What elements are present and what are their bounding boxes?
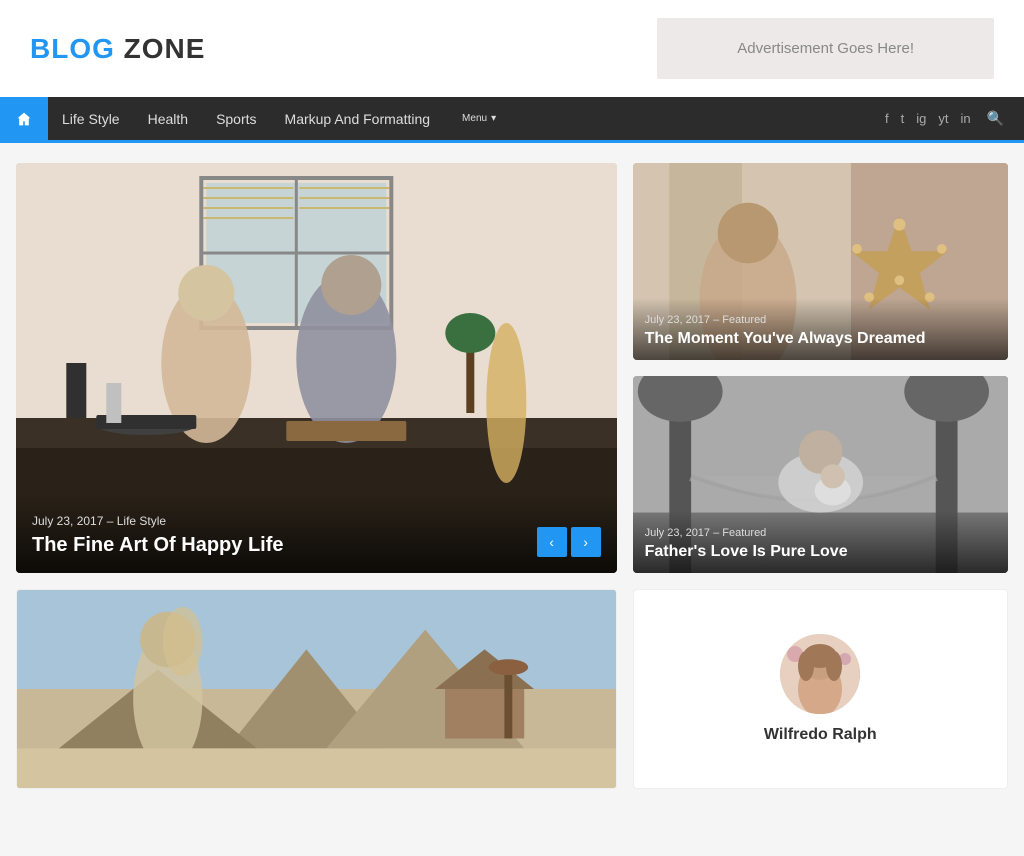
side-card-1-title: The Moment You've Always Dreamed: [645, 330, 996, 348]
home-button[interactable]: [0, 97, 48, 140]
advertisement-banner: Advertisement Goes Here!: [657, 18, 994, 79]
travel-illustration: [17, 590, 616, 788]
featured-large-card[interactable]: July 23, 2017 – Life Style The Fine Art …: [16, 163, 617, 573]
logo-zone: ZONE: [115, 33, 206, 64]
nav-menu-dropdown[interactable]: Menu ▾: [444, 113, 510, 124]
twitter-icon[interactable]: t: [901, 111, 905, 126]
top-row: July 23, 2017 – Life Style The Fine Art …: [16, 163, 1008, 573]
author-widget: Wilfredo Ralph: [633, 589, 1008, 789]
slider-prev-button[interactable]: ‹: [537, 527, 567, 557]
nav-link-sports[interactable]: Sports: [202, 97, 270, 140]
side-card-2-title: Father's Love Is Pure Love: [645, 543, 996, 561]
author-name: Wilfredo Ralph: [764, 726, 877, 744]
side-card-1-overlay: July 23, 2017 – Featured The Moment You'…: [633, 298, 1008, 360]
main-content: July 23, 2017 – Life Style The Fine Art …: [0, 143, 1024, 809]
linkedin-icon[interactable]: in: [960, 111, 970, 126]
instagram-icon[interactable]: ig: [916, 111, 926, 126]
site-header: BLOG ZONE Advertisement Goes Here!: [0, 0, 1024, 97]
nav-link-lifestyle[interactable]: Life Style: [48, 97, 134, 140]
nav-link-markup[interactable]: Markup And Formatting: [271, 97, 445, 140]
featured-meta: July 23, 2017 – Life Style: [32, 514, 601, 528]
featured-title: The Fine Art Of Happy Life: [32, 534, 601, 557]
nav-links: Life Style Health Sports Markup And Form…: [48, 97, 869, 140]
search-button[interactable]: 🔍: [983, 110, 1008, 127]
author-avatar-image: [780, 634, 860, 714]
facebook-icon[interactable]: f: [885, 111, 889, 126]
bottom-article-card[interactable]: [16, 589, 617, 789]
side-card-2-overlay: July 23, 2017 – Featured Father's Love I…: [633, 511, 1008, 573]
youtube-icon[interactable]: yt: [938, 111, 948, 126]
chevron-down-icon: ▾: [491, 113, 496, 124]
slider-controls: ‹ ›: [537, 527, 601, 557]
side-card-2-meta: July 23, 2017 – Featured: [645, 527, 996, 539]
side-card-stack: July 23, 2017 – Featured The Moment You'…: [633, 163, 1008, 573]
side-card-1[interactable]: July 23, 2017 – Featured The Moment You'…: [633, 163, 1008, 360]
featured-overlay: July 23, 2017 – Life Style The Fine Art …: [16, 494, 617, 573]
bottom-row: Wilfredo Ralph: [16, 589, 1008, 789]
main-navbar: Life Style Health Sports Markup And Form…: [0, 97, 1024, 143]
slider-next-button[interactable]: ›: [571, 527, 601, 557]
travel-image: [17, 590, 616, 788]
nav-link-health[interactable]: Health: [134, 97, 202, 140]
side-card-1-meta: July 23, 2017 – Featured: [645, 314, 996, 326]
side-card-2[interactable]: July 23, 2017 – Featured Father's Love I…: [633, 376, 1008, 573]
site-logo[interactable]: BLOG ZONE: [30, 33, 205, 65]
home-icon: [16, 111, 32, 127]
logo-blog: BLOG: [30, 33, 115, 64]
author-avatar: [780, 634, 860, 714]
nav-social-icons: f t ig yt in 🔍: [869, 97, 1024, 140]
